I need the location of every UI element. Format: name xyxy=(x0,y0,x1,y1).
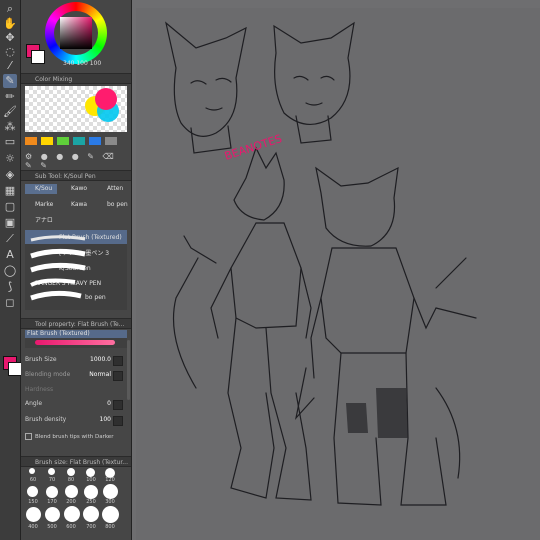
lasso-icon[interactable]: ◌ xyxy=(3,45,17,59)
sketch-signature: BEANOTES xyxy=(223,132,284,163)
hardness-row[interactable]: Hardness xyxy=(25,384,127,396)
size-dot[interactable] xyxy=(67,468,75,476)
size-label: 400 xyxy=(28,524,38,530)
eyedropper-icon[interactable]: ⁄ xyxy=(3,59,17,73)
size-dot[interactable] xyxy=(46,486,58,498)
color-wheel[interactable] xyxy=(45,2,107,64)
angle-row[interactable]: Angle 0 xyxy=(25,398,127,410)
ruler-icon[interactable]: ⟋ xyxy=(3,232,17,246)
zoom-icon[interactable]: ⌕ xyxy=(3,2,17,16)
sub-tool-item[interactable]: アナロ xyxy=(25,216,57,226)
size-label: 300 xyxy=(105,499,115,505)
size-label: 600 xyxy=(66,524,76,530)
size-dot[interactable] xyxy=(86,468,95,477)
size-label: 700 xyxy=(86,524,96,530)
pencil-icon[interactable]: ✏ xyxy=(3,90,17,104)
blend-icon[interactable]: ☼ xyxy=(3,152,17,166)
hsv-readout: 340 100 100 xyxy=(63,60,102,67)
sub-tool-item[interactable]: K/Sou xyxy=(25,184,57,194)
mixing-palette[interactable] xyxy=(25,137,127,145)
size-dot[interactable] xyxy=(84,485,98,499)
size-label: 150 xyxy=(28,499,38,505)
sketch-artwork: BEANOTES xyxy=(165,21,477,506)
brush-item[interactable]: bo pen xyxy=(85,293,106,303)
tool-property-preview: Flat Brush (Textured) xyxy=(25,330,127,348)
brush-item[interactable]: K/Soul Pen xyxy=(59,264,91,274)
canvas-area[interactable]: BEANOTES xyxy=(132,0,540,540)
size-dot[interactable] xyxy=(102,506,119,523)
brush-density-row[interactable]: Brush density 100 xyxy=(25,414,127,426)
brush-size-row[interactable]: Brush Size 1000.0 xyxy=(25,354,127,366)
sub-tool-item[interactable]: Kawo xyxy=(61,184,93,194)
sub-tool-item[interactable]: Kawa xyxy=(61,200,93,210)
wheel-sub-color[interactable] xyxy=(31,50,45,64)
size-dot[interactable] xyxy=(45,507,60,522)
brush-item[interactable]: Flat Brush (Textured) xyxy=(59,233,122,243)
size-dot[interactable] xyxy=(83,506,99,522)
shape-icon[interactable]: ▢ xyxy=(3,200,17,214)
tool-property-title: Tool property: Flat Brush (Te... xyxy=(21,318,131,329)
tool-bar: ⌕ ✋ ✥ ◌ ⁄ ✎ ✏ 🖌 ⁂ ▭ ☼ ◈ ▦ ▢ ▣ ⟋ A ◯ ⟆ ◻ xyxy=(0,0,22,540)
size-dot[interactable] xyxy=(65,485,78,498)
size-dot[interactable] xyxy=(48,468,55,475)
size-label: 200 xyxy=(66,499,76,505)
eraser-icon[interactable]: ▭ xyxy=(3,135,17,149)
balloon-icon[interactable]: ◯ xyxy=(3,264,17,278)
size-label: 70 xyxy=(48,477,56,483)
brush-size-grid[interactable]: 60 70 80 100 120 150 170 200 250 300 400… xyxy=(25,468,127,540)
size-label: 80 xyxy=(67,477,75,483)
move-icon[interactable]: ✥ xyxy=(3,31,17,45)
mixing-tools: ⚙ ● ● ● ✎ ⌫ ✎ ✎ xyxy=(25,152,117,170)
size-dot[interactable] xyxy=(26,507,41,522)
size-dot[interactable] xyxy=(29,468,35,474)
size-label: 500 xyxy=(47,524,57,530)
sub-tool-item[interactable]: Marke xyxy=(25,200,57,210)
pen-tool-icon[interactable]: ✎ xyxy=(3,74,17,88)
brush-icon[interactable]: 🖌 xyxy=(3,105,17,119)
sub-tool-item[interactable]: Atten xyxy=(97,184,129,194)
size-label: 170 xyxy=(47,499,57,505)
blend-tips-checkbox[interactable]: Blend brush tips with Darker xyxy=(25,431,127,443)
airbrush-icon[interactable]: ⁂ xyxy=(3,120,17,134)
sub-color-swatch[interactable] xyxy=(8,362,22,376)
size-label: 100 xyxy=(86,477,96,483)
correct-line-icon[interactable]: ⟆ xyxy=(3,280,17,294)
brush-item[interactable]: RANGER'S HEAVY PEN xyxy=(35,279,101,289)
size-label: 250 xyxy=(86,499,96,505)
shape-tool-icon[interactable]: ◻ xyxy=(3,296,17,310)
drawing-canvas[interactable]: BEANOTES xyxy=(136,8,540,540)
frame-icon[interactable]: ▣ xyxy=(3,216,17,230)
color-mixing-canvas[interactable] xyxy=(25,86,127,132)
tool-property-scrollbar[interactable] xyxy=(127,340,130,400)
hand-icon[interactable]: ✋ xyxy=(3,17,17,31)
selected-brush-label: Flat Brush (Textured) xyxy=(27,330,90,337)
sub-tool-title: Sub Tool: K/Soul Pen xyxy=(21,170,131,181)
gradient-icon[interactable]: ▦ xyxy=(3,184,17,198)
sub-tool-item[interactable]: bo pen xyxy=(97,200,129,210)
size-label: 60 xyxy=(29,477,37,483)
size-label: 800 xyxy=(105,524,115,530)
tool-panel: 340 100 100 Color Mixing ⚙ ● ● ● ✎ ⌫ ✎ ✎… xyxy=(21,0,132,540)
color-mixing-title: Color Mixing xyxy=(21,73,131,84)
brush-stroke-list: Flat Brush (Textured) [サイドン墨ペン 3 K/Soul … xyxy=(25,230,127,310)
size-dot[interactable] xyxy=(103,484,118,499)
size-dot[interactable] xyxy=(27,486,38,497)
fill-icon[interactable]: ◈ xyxy=(3,168,17,182)
brush-size-title: Brush size: Flat Brush (Textur... xyxy=(21,456,131,467)
size-dot[interactable] xyxy=(64,506,80,522)
size-label: 120 xyxy=(105,477,115,483)
text-icon[interactable]: A xyxy=(3,248,17,262)
brush-item[interactable]: [サイドン墨ペン 3 xyxy=(59,249,109,259)
blending-mode-row[interactable]: Blending mode Normal xyxy=(25,369,127,381)
